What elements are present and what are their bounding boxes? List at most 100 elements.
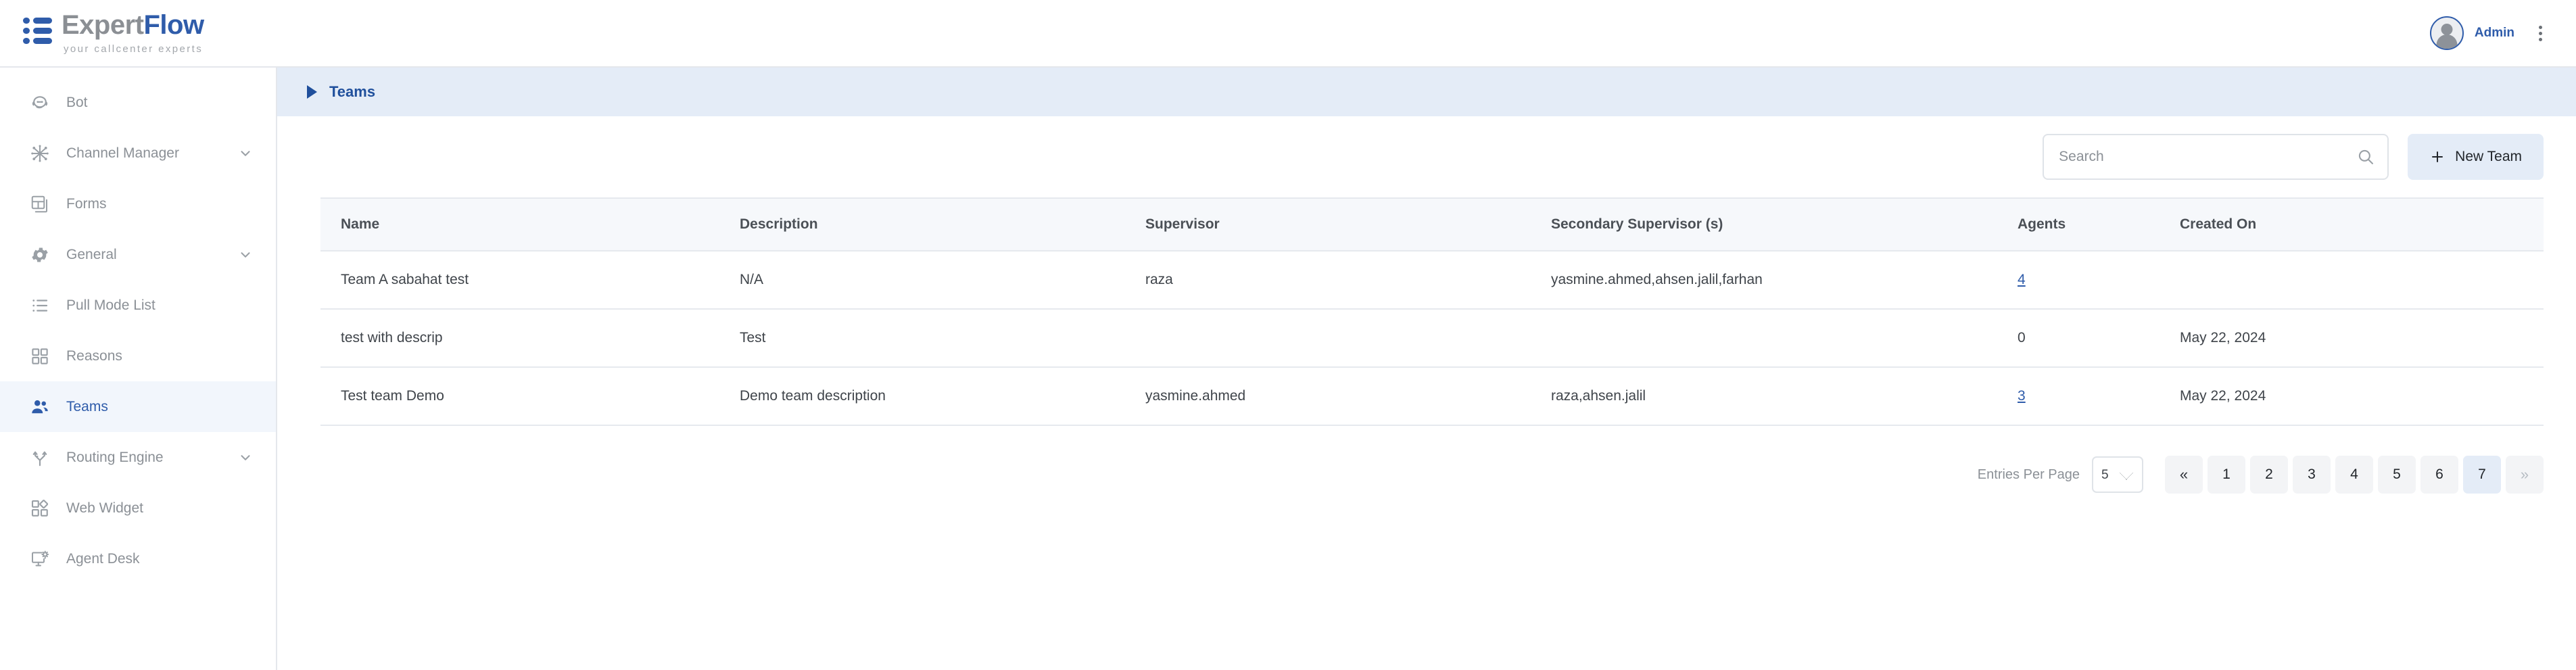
grid-four-icon [30,346,57,366]
sidebar-item-label: Channel Manager [66,145,238,162]
form-layout-icon [30,194,57,214]
page-button-4[interactable]: 4 [2335,456,2373,494]
sidebar-item-label: Pull Mode List [66,297,253,314]
table-row[interactable]: test with descrip Test 0 May 22, 2024 [320,309,2544,367]
table-body: Team A sabahat test N/A raza yasmine.ahm… [320,251,2544,425]
new-team-button[interactable]: New Team [2408,134,2544,180]
page-button-1[interactable]: 1 [2208,456,2245,494]
sidebar-item-label: Routing Engine [66,450,238,466]
sidebar-item-teams[interactable]: Teams [0,381,276,432]
cell-supervisor: yasmine.ahmed [1145,367,1551,425]
plus-icon [2429,149,2446,165]
network-hub-icon [30,143,57,164]
cell-created-on: May 22, 2024 [2180,367,2544,425]
cell-agents: 3 [2018,367,2180,425]
brand-name-part2: Flow [144,10,204,40]
pagination: Entries Per Page 5 10 25 50 « 1 2 3 4 5 [320,426,2544,494]
cell-supervisor: raza [1145,251,1551,309]
user-menu[interactable]: Admin [2430,16,2514,50]
table-row[interactable]: Test team Demo Demo team description yas… [320,367,2544,425]
page-buttons: « 1 2 3 4 5 6 7 » [2165,456,2544,494]
content-area: New Team Name Description Supervisor Sec… [277,116,2576,494]
entries-per-page-label: Entries Per Page [1978,467,2080,483]
breadcrumb: Teams [277,68,2576,116]
search-input[interactable] [2043,134,2389,180]
sidebar-item-routing-engine[interactable]: Routing Engine [0,432,276,483]
kebab-menu-icon[interactable] [2532,22,2549,45]
sidebar-item-channel-manager[interactable]: Channel Manager [0,128,276,178]
chevron-down-icon[interactable] [238,450,253,465]
cell-description: Demo team description [740,367,1145,425]
grid-dots-icon [23,18,52,44]
cell-agents: 0 [2018,309,2180,367]
sidebar: Bot Cha [0,68,277,670]
sidebar-item-general[interactable]: General [0,229,276,280]
table-row[interactable]: Team A sabahat test N/A raza yasmine.ahm… [320,251,2544,309]
page-button-2[interactable]: 2 [2250,456,2288,494]
teams-table: Name Description Supervisor Secondary Su… [320,197,2544,426]
sidebar-item-label: Reasons [66,348,253,364]
cell-agents: 4 [2018,251,2180,309]
column-header-secondary-supervisors: Secondary Supervisor (s) [1551,198,2018,251]
caret-right-icon[interactable] [307,85,317,99]
page-button-3[interactable]: 3 [2293,456,2331,494]
gear-icon [30,245,57,265]
search-field-wrapper [2043,134,2389,180]
new-team-label: New Team [2455,149,2522,165]
cell-description: Test [740,309,1145,367]
cell-created-on: May 22, 2024 [2180,309,2544,367]
column-header-agents: Agents [2018,198,2180,251]
table-header-row: Name Description Supervisor Secondary Su… [320,198,2544,251]
app-root: ExpertFlow your callcenter experts Admin [0,0,2576,670]
cell-name: test with descrip [320,309,740,367]
chevron-down-icon[interactable] [238,146,253,161]
brand-tagline: your callcenter experts [64,43,204,55]
agents-count-link[interactable]: 3 [2018,388,2026,404]
sidebar-item-pull-mode-list[interactable]: Pull Mode List [0,280,276,331]
cell-name: Test team Demo [320,367,740,425]
toolbar: New Team [320,116,2544,197]
column-header-supervisor: Supervisor [1145,198,1551,251]
sidebar-item-forms[interactable]: Forms [0,178,276,229]
cell-name: Team A sabahat test [320,251,740,309]
column-header-name: Name [320,198,740,251]
route-branch-icon [30,448,57,468]
top-bar: ExpertFlow your callcenter experts Admin [0,0,2576,68]
sidebar-item-label: General [66,247,238,263]
chevron-down-icon[interactable] [238,247,253,262]
cell-description: N/A [740,251,1145,309]
page-button-5[interactable]: 5 [2378,456,2416,494]
brand-name-part1: Expert [62,10,144,40]
body: Bot Cha [0,68,2576,670]
page-prev-button[interactable]: « [2165,456,2203,494]
sidebar-item-label: Bot [66,95,253,111]
agents-count: 0 [2018,330,2026,345]
cell-supervisor [1145,309,1551,367]
cell-secondary-supervisors: yasmine.ahmed,ahsen.jalil,farhan [1551,251,2018,309]
sidebar-item-agent-desk[interactable]: Agent Desk [0,533,276,584]
agents-count-link[interactable]: 4 [2018,272,2026,287]
main-content: Teams [277,68,2576,670]
user-area: Admin [2430,16,2549,50]
page-button-7[interactable]: 7 [2463,456,2501,494]
entries-per-page-select[interactable]: 5 10 25 50 [2092,456,2143,493]
page-button-6[interactable]: 6 [2420,456,2458,494]
column-header-description: Description [740,198,1145,251]
sidebar-item-bot[interactable]: Bot [0,77,276,128]
sidebar-item-label: Forms [66,196,253,212]
cell-created-on [2180,251,2544,309]
people-icon [30,397,57,417]
brand-name: ExpertFlow [62,11,204,39]
widget-icon [30,498,57,519]
user-avatar-icon [2430,16,2464,50]
monitor-gear-icon [30,549,57,569]
cell-secondary-supervisors: raza,ahsen.jalil [1551,367,2018,425]
robot-icon [30,93,57,113]
sidebar-item-label: Teams [66,399,253,415]
page-title: Teams [329,83,375,101]
sidebar-item-web-widget[interactable]: Web Widget [0,483,276,533]
brand-logo[interactable]: ExpertFlow your callcenter experts [23,11,204,55]
sidebar-item-reasons[interactable]: Reasons [0,331,276,381]
table-head: Name Description Supervisor Secondary Su… [320,198,2544,251]
page-next-button[interactable]: » [2506,456,2544,494]
